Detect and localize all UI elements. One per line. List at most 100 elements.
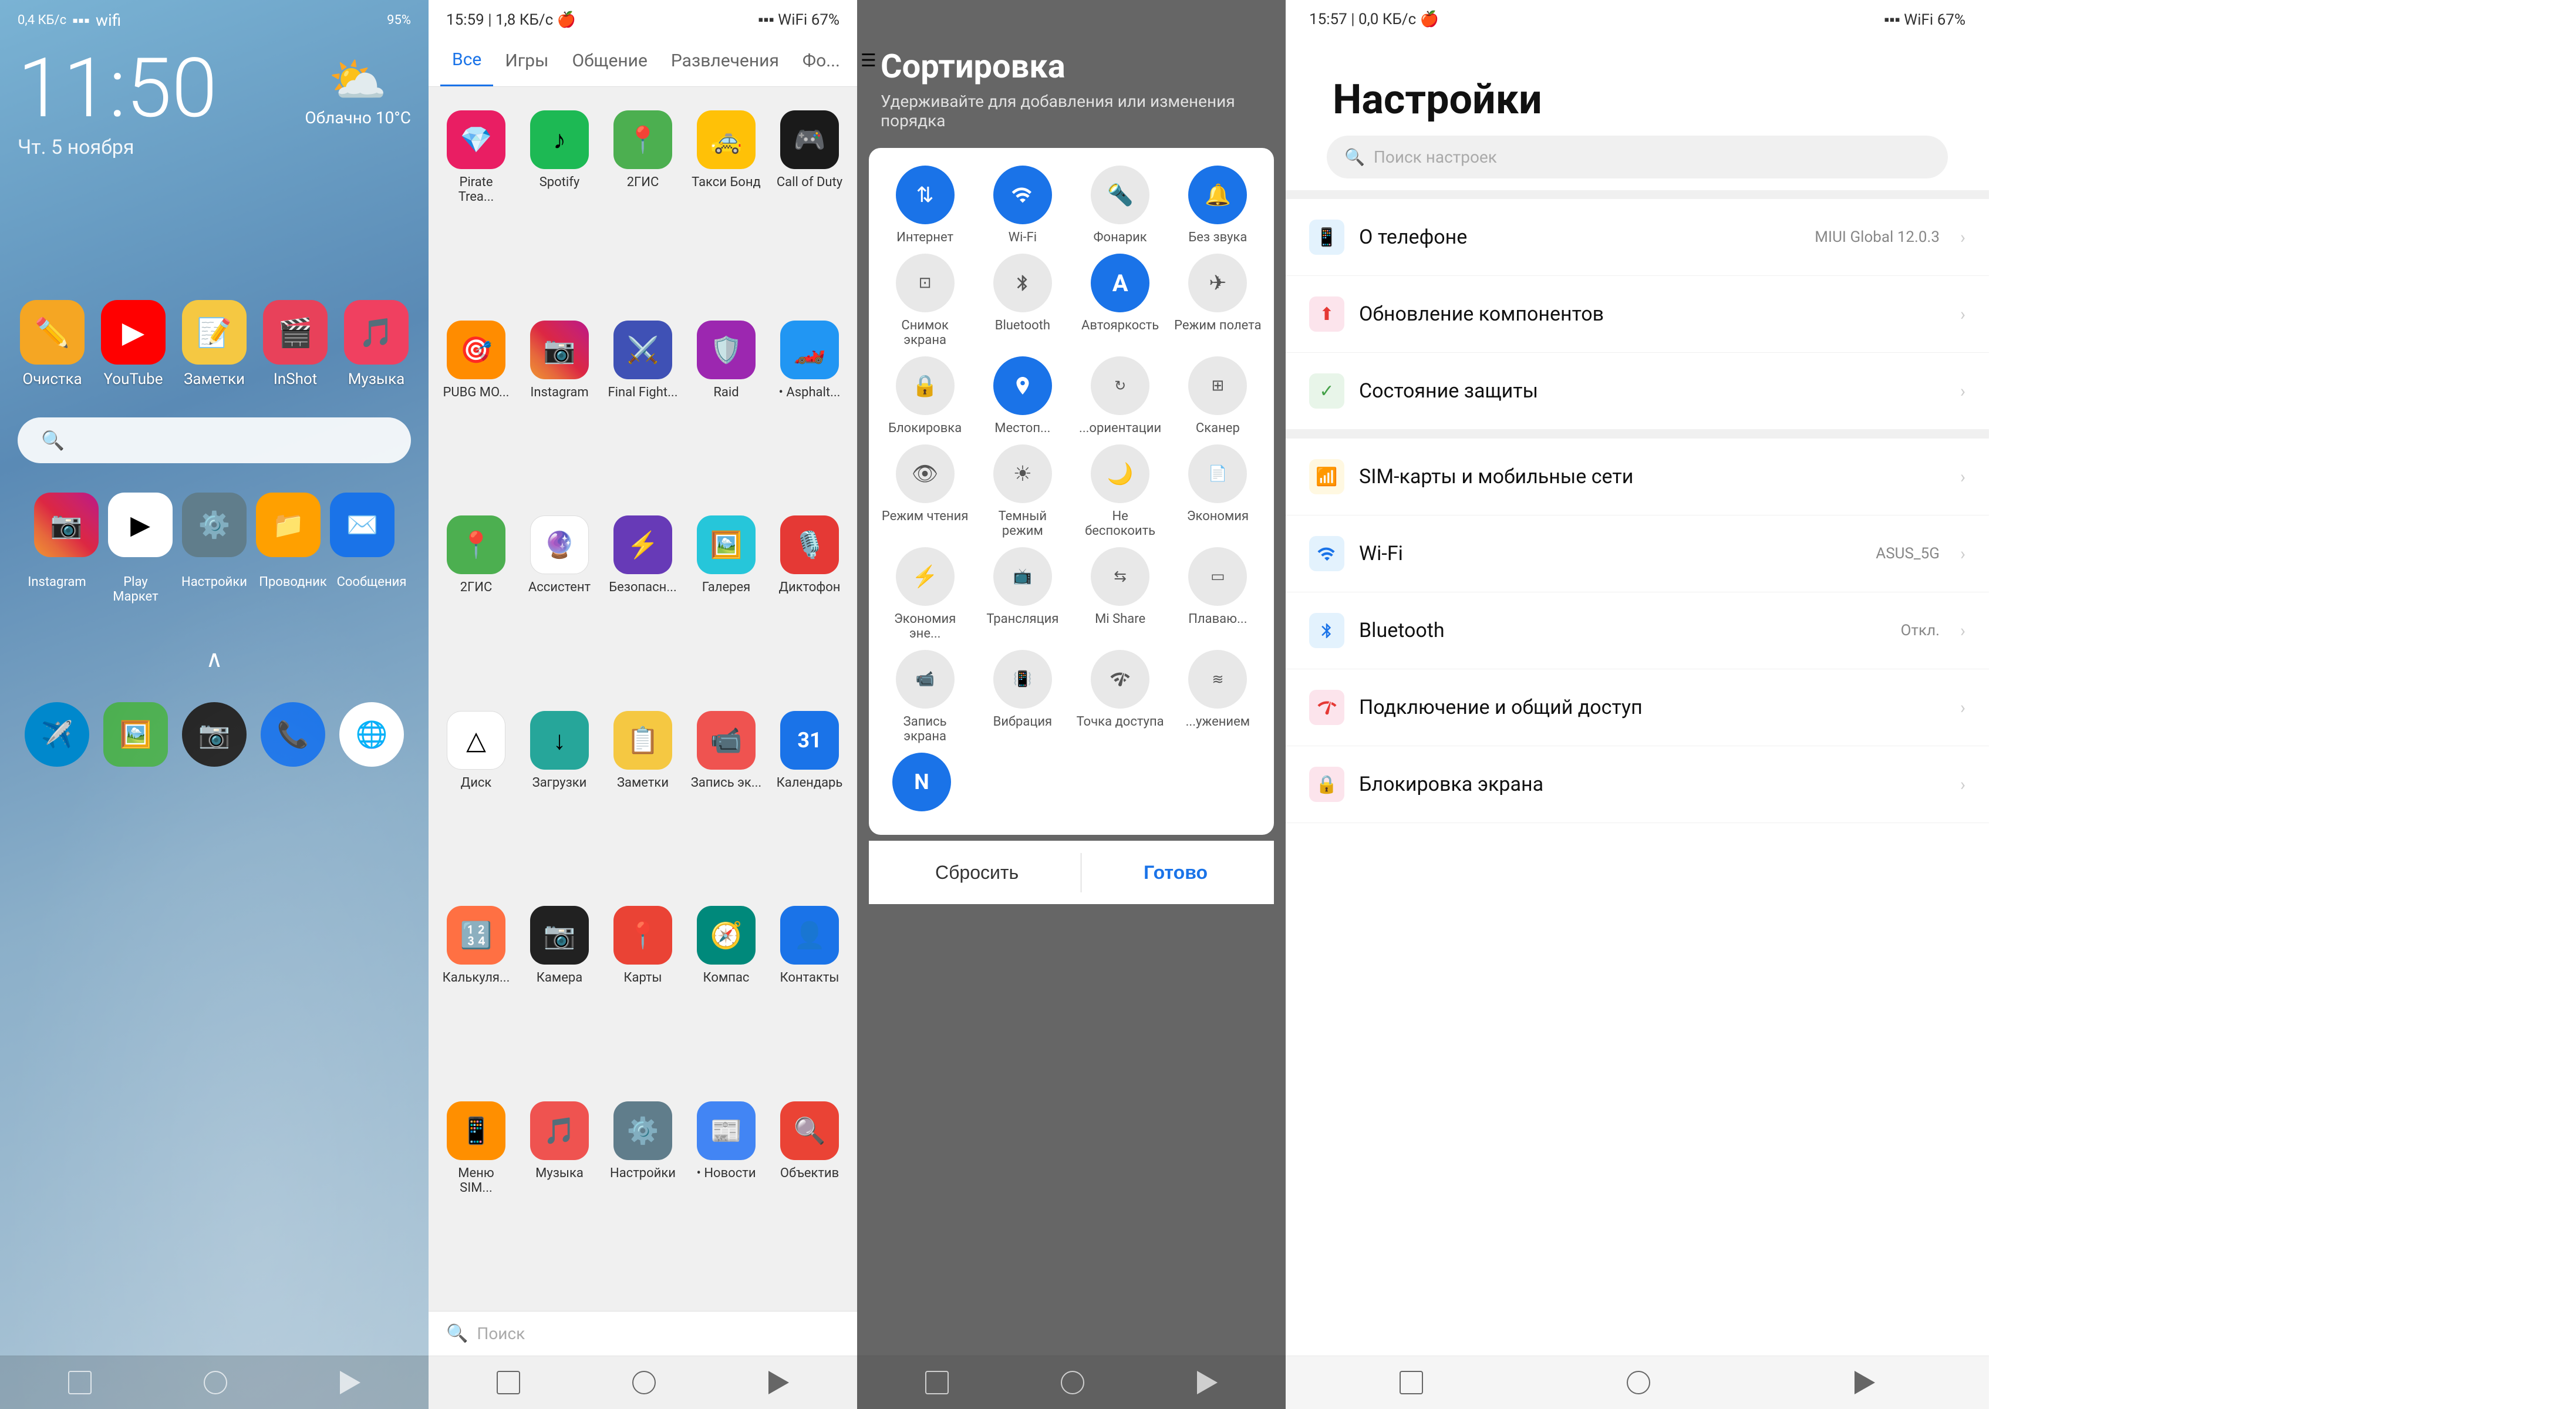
sort-reset-button[interactable]: Сбросить — [912, 853, 1042, 892]
grid-app-asphalt[interactable]: 🏎️ • Asphalt... — [768, 309, 851, 504]
grid-app-instagram[interactable]: 📷 Instagram — [518, 309, 601, 504]
sort-item-mishare[interactable]: ⇆ Mi Share — [1076, 547, 1165, 641]
grid-app-2gis[interactable]: 📍 2ГИС — [601, 99, 685, 309]
app-music[interactable]: 🎵 Музыка — [341, 300, 412, 388]
sort-item-restrict[interactable]: ≋ ...ужением — [1174, 650, 1262, 744]
sort-item-nfc[interactable]: N — [892, 753, 951, 817]
home-search-bar[interactable]: 🔍 — [18, 417, 411, 463]
nav-square-drawer[interactable] — [497, 1371, 520, 1394]
nav-square-settings[interactable] — [1400, 1371, 1423, 1394]
nav-circle-home[interactable] — [204, 1371, 227, 1394]
grid-app-raid[interactable]: 🛡️ Raid — [685, 309, 768, 504]
grid-label-simcard: Меню SIM... — [440, 1166, 512, 1195]
grid-app-drive[interactable]: △ Диск — [434, 699, 518, 895]
sort-item-darkmode[interactable]: ☀ Темный режим — [978, 444, 1067, 538]
dock-files[interactable]: 📁 — [256, 493, 321, 557]
sort-item-powersave[interactable]: ⚡ Экономия эне... — [881, 547, 969, 641]
settings-item-lock[interactable]: 🔒 Блокировка экрана › — [1286, 746, 1989, 823]
connection-icon-settings — [1317, 697, 1337, 718]
grid-label-calendar: Календарь — [777, 776, 843, 790]
grid-app-2gis2[interactable]: 📍 2ГИС — [434, 504, 518, 699]
nav-triangle-home[interactable] — [340, 1371, 360, 1394]
grid-app-calc[interactable]: 🔢 Калькуля... — [434, 894, 518, 1090]
nav-triangle-drawer[interactable] — [768, 1371, 789, 1394]
sort-item-screenshot[interactable]: ⊡ Снимок экрана — [881, 254, 969, 348]
sort-item-vibration[interactable]: 📳 Вибрация — [978, 650, 1067, 744]
grid-app-music2[interactable]: 🎵 Музыка — [518, 1090, 601, 1300]
tab-entertainment[interactable]: Развлечения — [659, 36, 791, 86]
sort-item-brightness[interactable]: A Автояркость — [1076, 254, 1165, 348]
dock-messages[interactable]: ✉️ — [330, 493, 395, 557]
settings-item-about[interactable]: 📱 О телефоне MIUI Global 12.0.3 › — [1286, 199, 1989, 276]
nav-circle-sort[interactable] — [1061, 1371, 1084, 1394]
grid-app-pubg[interactable]: 🎯 PUBG MO... — [434, 309, 518, 504]
sort-item-rotation[interactable]: ↻ ...ориентации — [1076, 356, 1165, 436]
settings-item-security[interactable]: ✓ Состояние защиты › — [1286, 353, 1989, 430]
sort-item-scanner[interactable]: ⊞ Сканер — [1174, 356, 1262, 436]
grid-app-finalfight[interactable]: ⚔️ Final Fight... — [601, 309, 685, 504]
sort-item-wifi[interactable]: Wi-Fi — [978, 166, 1067, 245]
sort-item-reading[interactable]: 👁 Режим чтения — [881, 444, 969, 538]
sort-item-float[interactable]: ▭ Плаваю... — [1174, 547, 1262, 641]
tab-games[interactable]: Игры — [493, 36, 560, 86]
settings-item-wifi[interactable]: Wi-Fi ASUS_5G › — [1286, 515, 1989, 592]
settings-text-sim: SIM-карты и мобильные сети — [1359, 465, 1940, 488]
sort-item-hotspot[interactable]: Точка доступа — [1076, 650, 1165, 744]
grid-app-gallery[interactable]: 🖼️ Галерея — [685, 504, 768, 699]
nav-circle-settings[interactable] — [1627, 1371, 1650, 1394]
grid-app-screenrec[interactable]: 📹 Запись эк... — [685, 699, 768, 895]
settings-search[interactable]: 🔍 Поиск настроек — [1327, 136, 1948, 178]
drawer-search[interactable]: 🔍 Поиск — [429, 1311, 857, 1356]
nav-triangle-sort[interactable] — [1197, 1371, 1218, 1394]
app-icon-youtube: ▶ — [101, 300, 166, 365]
tab-communication[interactable]: Общение — [560, 36, 659, 86]
grid-app-compass[interactable]: 🧭 Компас — [685, 894, 768, 1090]
grid-app-settings[interactable]: ⚙️ Настройки — [601, 1090, 685, 1300]
sort-item-economy[interactable]: 📄 Экономия — [1174, 444, 1262, 538]
nav-triangle-settings[interactable] — [1855, 1371, 1875, 1394]
grid-app-taxi[interactable]: 🚕 Такси Бонд — [685, 99, 768, 309]
settings-item-connection[interactable]: Подключение и общий доступ › — [1286, 669, 1989, 746]
grid-app-lens[interactable]: 🔍 Объектив — [768, 1090, 851, 1300]
app-cleaner[interactable]: ✏️ Очистка — [17, 300, 87, 388]
app-inshot[interactable]: 🎬 InShot — [260, 300, 331, 388]
grid-app-recorder[interactable]: 🎙️ Диктофон — [768, 504, 851, 699]
sort-item-silent[interactable]: 🔔 Без звука — [1174, 166, 1262, 245]
grid-app-downloads[interactable]: ↓ Загрузки — [518, 699, 601, 895]
sort-item-bluetooth[interactable]: Bluetooth — [978, 254, 1067, 348]
app-notes[interactable]: 📝 Заметки — [179, 300, 249, 388]
grid-app-calendar[interactable]: 31 Календарь — [768, 699, 851, 895]
settings-item-sim[interactable]: 📶 SIM-карты и мобильные сети › — [1286, 439, 1989, 515]
grid-app-simcard[interactable]: 📱 Меню SIM... — [434, 1090, 518, 1300]
sort-item-lock[interactable]: 🔒 Блокировка — [881, 356, 969, 436]
sort-item-screenrecord[interactable]: 📹 Запись экрана — [881, 650, 969, 744]
nav-circle-drawer[interactable] — [632, 1371, 656, 1394]
grid-app-contacts[interactable]: 👤 Контакты — [768, 894, 851, 1090]
grid-app-spotify[interactable]: ♪ Spotify — [518, 99, 601, 309]
nav-square-home[interactable] — [68, 1371, 92, 1394]
dock-playstore[interactable]: ▶ — [108, 493, 173, 557]
sort-item-flashlight[interactable]: 🔦 Фонарик — [1076, 166, 1165, 245]
grid-app-maps[interactable]: 📍 Карты — [601, 894, 685, 1090]
dock-settings[interactable]: ⚙️ — [182, 493, 247, 557]
sort-item-location[interactable]: Местоп... — [978, 356, 1067, 436]
nav-square-sort[interactable] — [925, 1371, 949, 1394]
sort-item-dnd[interactable]: 🌙 Не беспокоить — [1076, 444, 1165, 538]
tab-all[interactable]: Все — [440, 35, 493, 86]
grid-app-security[interactable]: ⚡ Безопасн... — [601, 504, 685, 699]
settings-item-update[interactable]: ⬆ Обновление компонентов › — [1286, 276, 1989, 353]
sort-item-cast[interactable]: 📺 Трансляция — [978, 547, 1067, 641]
grid-app-cod[interactable]: 🎮 Call of Duty — [768, 99, 851, 309]
grid-app-assistant[interactable]: 🔮 Ассистент — [518, 504, 601, 699]
sort-done-button[interactable]: Готово — [1120, 853, 1231, 892]
dock-instagram[interactable]: 📷 — [34, 493, 99, 557]
grid-app-camera[interactable]: 📷 Камера — [518, 894, 601, 1090]
tab-more-cat[interactable]: Фо... — [791, 36, 852, 86]
app-youtube[interactable]: ▶ YouTube — [98, 300, 168, 388]
grid-app-notepad[interactable]: 📋 Заметки — [601, 699, 685, 895]
sort-item-internet[interactable]: ⇅ Интернет — [881, 166, 969, 245]
sort-item-airplane[interactable]: ✈ Режим полета — [1174, 254, 1262, 348]
grid-app-pirate[interactable]: 💎 Pirate Trea... — [434, 99, 518, 309]
settings-item-bluetooth[interactable]: Bluetooth Откл. › — [1286, 592, 1989, 669]
grid-app-news[interactable]: 📰 • Новости — [685, 1090, 768, 1300]
